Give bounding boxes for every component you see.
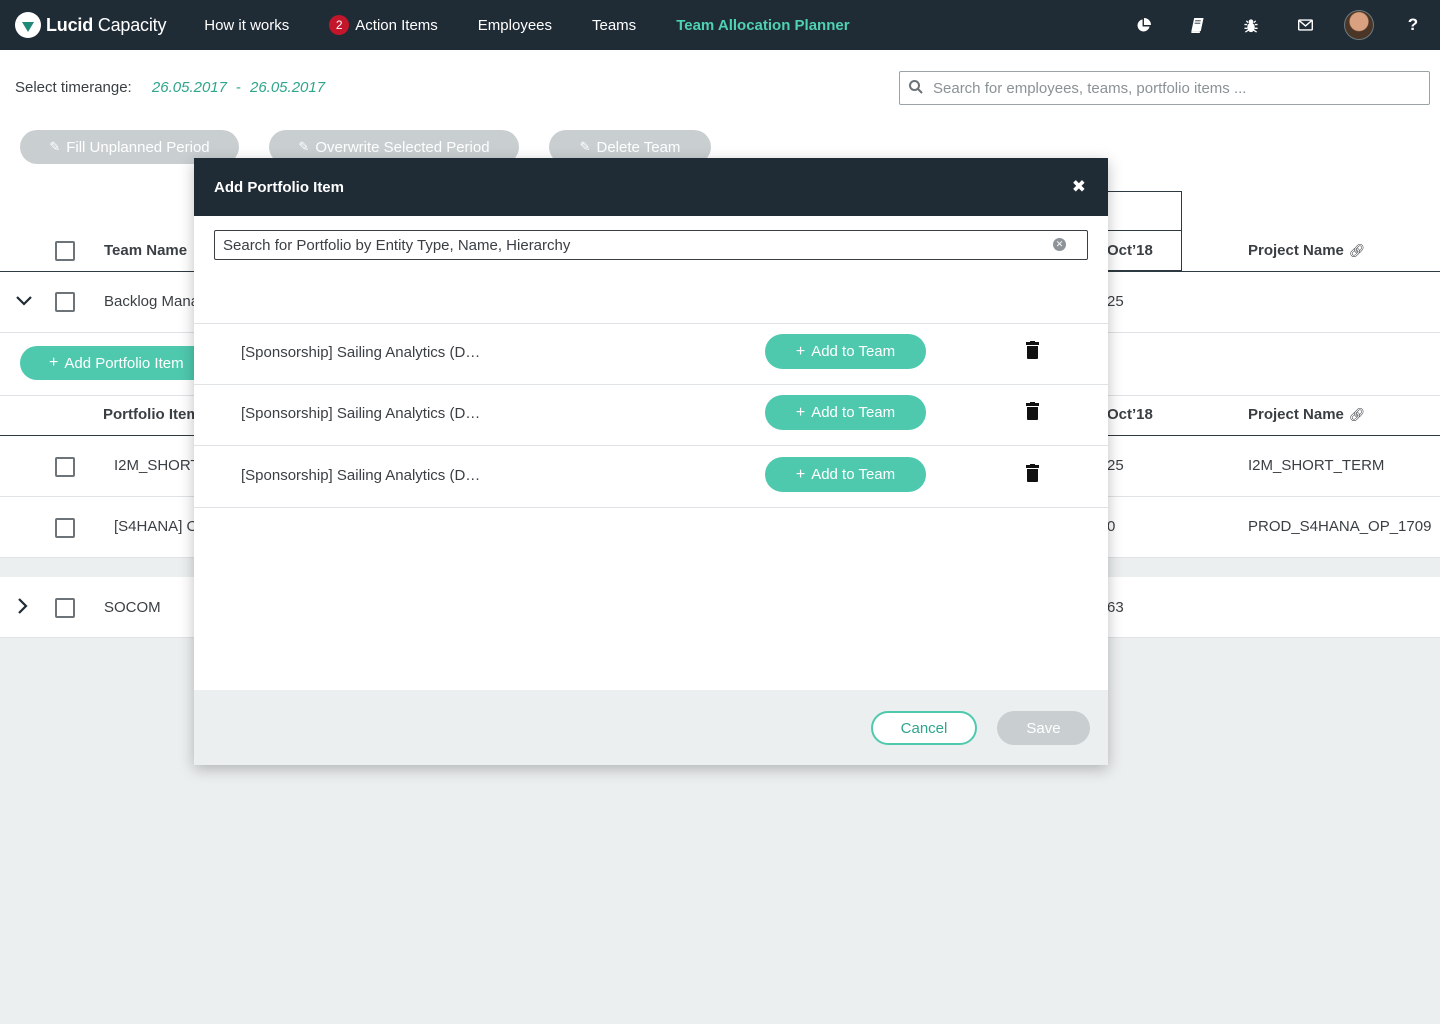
trash-icon[interactable]	[1026, 464, 1039, 482]
month-column-header-box	[1107, 191, 1182, 271]
project-name: I2M_SHORT_TERM	[1248, 457, 1385, 474]
pie-chart-icon[interactable]	[1116, 0, 1170, 50]
timerange-label: Select timerange:	[15, 79, 132, 96]
month-header: Oct’18	[1107, 406, 1153, 423]
book-icon[interactable]	[1170, 0, 1224, 50]
add-to-team-button[interactable]: + Add to Team	[765, 395, 926, 430]
dialog-footer: Cancel Save	[194, 690, 1108, 765]
trash-icon[interactable]	[1026, 402, 1039, 420]
month-header: Oct’18	[1107, 242, 1153, 259]
dialog-title: Add Portfolio Item	[214, 178, 344, 196]
select-all-checkbox[interactable]	[55, 241, 75, 261]
project-name: PROD_S4HANA_OP_1709	[1248, 518, 1432, 535]
portfolio-item-name: [S4HANA] O	[114, 518, 199, 535]
close-icon[interactable]: ✖	[1072, 177, 1086, 197]
diamond-logo-icon	[15, 12, 41, 38]
nav-team-allocation-planner[interactable]: Team Allocation Planner	[676, 17, 849, 34]
timerange-to[interactable]: 26.05.2017	[250, 79, 325, 96]
cancel-button[interactable]: Cancel	[871, 711, 977, 745]
timerange-separator: -	[235, 79, 241, 96]
user-avatar-button[interactable]	[1332, 0, 1386, 50]
portfolio-allocation-value: 25	[1107, 457, 1124, 474]
pencil-icon: ✎	[49, 139, 61, 154]
portfolio-item-name: [Sponsorship] Sailing Analytics (D…	[241, 405, 481, 422]
dialog-header: Add Portfolio Item ✖	[194, 158, 1108, 216]
portfolio-item-name: [Sponsorship] Sailing Analytics (D…	[241, 344, 481, 361]
list-item: [Sponsorship] Sailing Analytics (D… + Add…	[194, 446, 1108, 507]
portfolio-allocation-value: 0	[1107, 518, 1116, 535]
search-icon	[909, 79, 923, 97]
team-name-header[interactable]: Team Name	[104, 242, 187, 259]
pencil-icon: ✎	[298, 139, 310, 154]
clear-search-icon[interactable]: ✕	[1053, 238, 1066, 251]
list-item: [Sponsorship] Sailing Analytics (D… + Add…	[194, 323, 1108, 384]
team-row-checkbox[interactable]	[55, 598, 75, 618]
team-name: SOCOM	[104, 599, 161, 616]
add-portfolio-item-button[interactable]: + Add Portfolio Item	[20, 346, 220, 380]
link-icon: 🔗︎	[1348, 243, 1366, 258]
chevron-right-icon[interactable]	[18, 598, 28, 619]
team-allocation-value: 63	[1107, 599, 1124, 616]
global-search-box	[899, 71, 1430, 105]
link-icon: 🔗︎	[1348, 407, 1366, 422]
pencil-icon: ✎	[579, 139, 591, 154]
mail-icon[interactable]	[1278, 0, 1332, 50]
avatar	[1344, 10, 1374, 40]
help-icon[interactable]: ?	[1386, 0, 1440, 50]
top-nav: Lucid Capacity How it works 2 Action Ite…	[0, 0, 1440, 50]
timerange-from[interactable]: 26.05.2017	[152, 79, 227, 96]
nav-how-it-works[interactable]: How it works	[204, 17, 289, 34]
portfolio-item-name: [Sponsorship] Sailing Analytics (D…	[241, 467, 481, 484]
team-row-checkbox[interactable]	[55, 292, 75, 312]
bug-icon[interactable]	[1224, 0, 1278, 50]
add-portfolio-item-dialog: Add Portfolio Item ✖ ✕ [Sponsorship] Sai…	[194, 158, 1108, 765]
nav-teams[interactable]: Teams	[592, 17, 636, 34]
save-button[interactable]: Save	[997, 711, 1090, 745]
nav-employees[interactable]: Employees	[478, 17, 552, 34]
portfolio-row-checkbox[interactable]	[55, 518, 75, 538]
nav-action-items[interactable]: 2 Action Items	[329, 15, 438, 35]
timerange-selector: Select timerange: 26.05.2017-26.05.2017	[15, 79, 325, 96]
global-search-input[interactable]	[933, 79, 1413, 97]
team-allocation-value: 25	[1107, 293, 1124, 310]
month-column-divider	[1107, 230, 1182, 231]
portfolio-search-input[interactable]	[223, 236, 1043, 254]
project-name-header[interactable]: Project Name 🔗︎	[1248, 406, 1365, 423]
portfolio-row-checkbox[interactable]	[55, 457, 75, 477]
project-name-header[interactable]: Project Name 🔗︎	[1248, 242, 1365, 259]
add-to-team-button[interactable]: + Add to Team	[765, 457, 926, 492]
brand-name: Lucid Capacity	[46, 14, 167, 35]
action-items-count-badge: 2	[329, 15, 350, 35]
list-divider	[194, 507, 1108, 508]
team-name: Backlog Mana	[104, 293, 200, 310]
portfolio-search-box: ✕	[214, 230, 1088, 260]
portfolio-item-name: I2M_SHORT	[114, 457, 200, 474]
list-item: [Sponsorship] Sailing Analytics (D… + Add…	[194, 384, 1108, 445]
portfolio-item-header[interactable]: Portfolio Item	[103, 406, 200, 423]
brand-logo-link[interactable]: Lucid Capacity	[15, 12, 166, 38]
add-to-team-button[interactable]: + Add to Team	[765, 334, 926, 369]
trash-icon[interactable]	[1026, 341, 1039, 359]
chevron-down-icon[interactable]	[16, 290, 32, 311]
